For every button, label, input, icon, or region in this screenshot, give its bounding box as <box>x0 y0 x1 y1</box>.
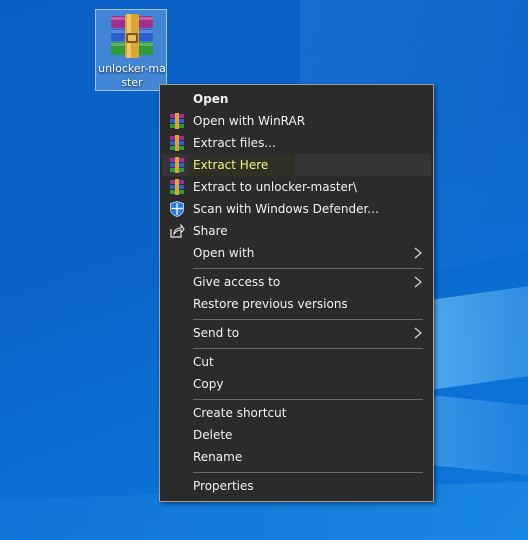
menu-item-label: Rename <box>193 450 243 464</box>
desktop-file-icon[interactable]: unlocker-master <box>95 9 167 91</box>
menu-item-label: Copy <box>193 377 224 391</box>
menu-item-create-shortcut[interactable]: Create shortcut <box>162 402 431 424</box>
menu-item-open-with[interactable]: Open with <box>162 242 431 264</box>
menu-item-label: Share <box>193 224 228 238</box>
menu-item-scan-defender[interactable]: Scan with Windows Defender... <box>162 198 431 220</box>
menu-separator <box>193 268 423 269</box>
menu-item-give-access-to[interactable]: Give access to <box>162 271 431 293</box>
menu-item-copy[interactable]: Copy <box>162 373 431 395</box>
menu-item-extract-files[interactable]: Extract files... <box>162 132 431 154</box>
menu-item-label: Open with WinRAR <box>193 114 306 128</box>
menu-item-label: Give access to <box>193 275 281 289</box>
chevron-right-icon <box>414 276 422 288</box>
winrar-archive-icon <box>111 14 153 58</box>
menu-item-label: Create shortcut <box>193 406 287 420</box>
menu-item-open-with-winrar[interactable]: Open with WinRAR <box>162 110 431 132</box>
menu-item-rename[interactable]: Rename <box>162 446 431 468</box>
menu-item-label: Scan with Windows Defender... <box>193 202 379 216</box>
context-menu: Open Open with WinRAR Extract files... E… <box>159 84 434 502</box>
winrar-icon <box>170 157 184 173</box>
menu-item-label: Delete <box>193 428 233 442</box>
menu-separator <box>193 319 423 320</box>
menu-item-label: Extract Here <box>193 158 269 172</box>
menu-item-restore-previous-versions[interactable]: Restore previous versions <box>162 293 431 315</box>
desktop: unlocker-master Open Open with WinRAR Ex… <box>0 0 528 540</box>
wallpaper-beam <box>430 395 528 478</box>
menu-item-share[interactable]: Share <box>162 220 431 242</box>
menu-item-open[interactable]: Open <box>162 88 431 110</box>
chevron-right-icon <box>414 327 422 339</box>
menu-item-extract-to-folder[interactable]: Extract to unlocker-master\ <box>162 176 431 198</box>
menu-item-label: Restore previous versions <box>193 297 348 311</box>
winrar-icon <box>170 179 184 195</box>
menu-item-label: Properties <box>193 479 254 493</box>
menu-item-delete[interactable]: Delete <box>162 424 431 446</box>
menu-separator <box>193 399 423 400</box>
menu-separator <box>193 472 423 473</box>
wallpaper-beam <box>430 283 528 390</box>
desktop-file-label: unlocker-master <box>98 62 166 89</box>
menu-item-label: Cut <box>193 355 214 369</box>
windows-defender-shield-icon <box>170 201 184 217</box>
menu-item-label: Extract files... <box>193 136 276 150</box>
menu-item-send-to[interactable]: Send to <box>162 322 431 344</box>
menu-item-cut[interactable]: Cut <box>162 351 431 373</box>
menu-item-label: Send to <box>193 326 240 340</box>
menu-item-extract-here[interactable]: Extract Here <box>162 154 431 176</box>
winrar-icon <box>170 135 184 151</box>
menu-item-label: Open with <box>193 246 255 260</box>
winrar-icon <box>170 113 184 129</box>
menu-item-label: Open <box>193 92 229 106</box>
chevron-right-icon <box>414 247 422 259</box>
share-icon <box>170 223 185 238</box>
menu-item-label: Extract to unlocker-master\ <box>193 180 357 194</box>
menu-separator <box>193 348 423 349</box>
menu-item-properties[interactable]: Properties <box>162 475 431 497</box>
